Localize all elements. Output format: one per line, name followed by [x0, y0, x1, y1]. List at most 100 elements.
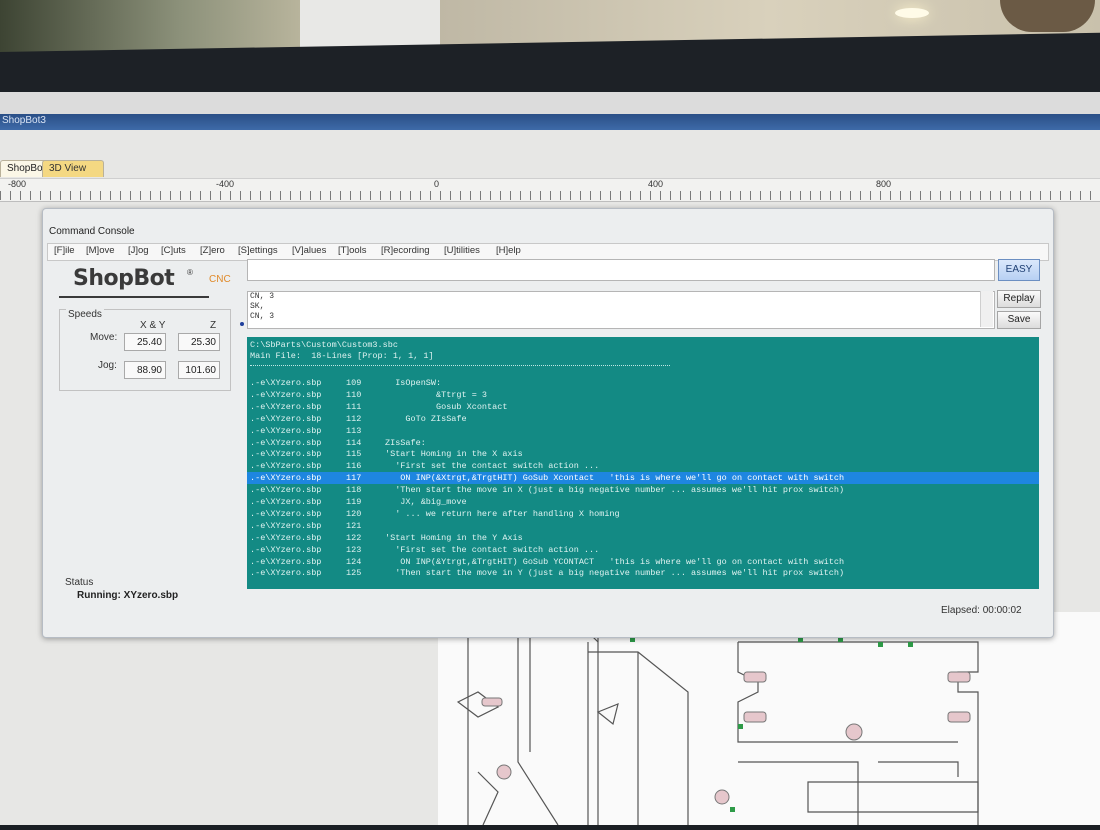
logo-underline: [59, 296, 209, 298]
code-line-text: 'Start Homing in the X axis: [385, 449, 523, 460]
tab-shopbot[interactable]: ShopBot3: [0, 160, 51, 177]
status-label: Status: [65, 577, 94, 588]
code-line-number: 119: [346, 497, 362, 507]
menu-utilities[interactable]: [U]tilities: [444, 245, 480, 256]
jog-speed-label: Jog:: [98, 360, 117, 371]
command-console-window: Command Console [F]ile [M]ove [J]og [C]u…: [42, 208, 1054, 638]
menu-values[interactable]: [V]alues: [292, 245, 326, 256]
code-line-text: 'First set the contact switch action ...: [385, 544, 600, 555]
menu-move[interactable]: [M]ove: [86, 245, 115, 256]
history-scrollbar[interactable]: [980, 291, 993, 327]
elapsed-time: Elapsed: 00:00:02: [941, 605, 1022, 616]
menu-zero[interactable]: [Z]ero: [200, 245, 225, 256]
code-line-number: 122: [346, 532, 362, 543]
ruler-label: -400: [216, 179, 235, 189]
code-line-number: 120: [346, 508, 362, 519]
code-line-number: 118: [346, 485, 362, 496]
current-line-marker: [240, 322, 244, 326]
code-line-number: 110: [346, 389, 362, 400]
code-line-file: .-e\XYzero.sbp: [250, 508, 322, 519]
code-line-file: .-e\XYzero.sbp: [250, 413, 322, 424]
logo-cnc-label: CNC: [209, 274, 231, 285]
shopbot-logo: ShopBot ®: [59, 264, 219, 308]
move-speed-z-field[interactable]: 25.30: [178, 333, 220, 351]
code-line-file: .-e\XYzero.sbp: [250, 449, 322, 460]
speeds-col-xy: X & Y: [140, 320, 166, 331]
menu-settings[interactable]: [S]ettings: [238, 245, 278, 256]
code-line-number: 115: [346, 449, 362, 460]
code-line-file: .-e\XYzero.sbp: [250, 473, 322, 484]
status-value: Running: XYzero.sbp: [77, 590, 179, 601]
code-line-text: ON INP(&Ytrgt,&TrgtHIT) GoSub YCONTACT '…: [385, 556, 845, 567]
code-line-text: 'Then start the move in X (just a big ne…: [385, 485, 845, 496]
code-line-text: IsOpenSW:: [385, 378, 442, 388]
easy-button[interactable]: EASY: [998, 259, 1040, 281]
horizontal-ruler: -800 -400 0 400 800: [0, 178, 1100, 202]
code-line-text: Gosub Xcontact: [385, 401, 508, 412]
code-line[interactable]: .-e\XYzero.sbp 125 'Then start the move i…: [247, 567, 1039, 579]
code-line-file: .-e\XYzero.sbp: [250, 544, 322, 555]
menu-file[interactable]: [F]ile: [54, 245, 75, 256]
jog-speed-z-field[interactable]: 101.60: [178, 361, 220, 379]
console-title: Command Console: [49, 226, 135, 237]
menu-recording[interactable]: [R]ecording: [381, 245, 430, 256]
code-line-number: 117: [346, 473, 362, 484]
ruler-label: 0: [434, 179, 440, 189]
code-line[interactable]: .-e\XYzero.sbp 124 ON INP(&Ytrgt,&TrgtHIT…: [247, 556, 1039, 568]
code-line-text: &Ttrgt = 3: [385, 389, 488, 400]
code-line[interactable]: .-e\XYzero.sbp 115 'Start Homing in the X …: [247, 448, 1039, 460]
code-line-text: JX, &big_move: [385, 497, 467, 507]
main-file-info: Main File: 18-Lines [Prop: 1, 1, 1]: [250, 351, 434, 361]
app-title: ShopBot3: [2, 115, 46, 126]
code-line[interactable]: .-e\XYzero.sbp 118 'Then start the move i…: [247, 484, 1039, 496]
code-line-text: ZIsSafe:: [385, 437, 426, 448]
code-line-number: 123: [346, 544, 362, 555]
menu-help[interactable]: [H]elp: [496, 245, 521, 256]
code-line[interactable]: .-e\XYzero.sbp 114 ZIsSafe:: [247, 437, 1039, 449]
menu-jog[interactable]: [J]og: [128, 245, 149, 256]
menu-tools[interactable]: [T]ools: [338, 245, 367, 256]
code-line[interactable]: .-e\XYzero.sbp 116 'First set the contact…: [247, 460, 1039, 472]
toolpath-svg: [456, 617, 979, 826]
code-line-file: .-e\XYzero.sbp: [250, 485, 322, 496]
code-line-number: 116: [346, 461, 362, 472]
replay-button[interactable]: Replay: [997, 290, 1041, 308]
code-line-text: 'Then start the move in Y (just a big ne…: [385, 568, 845, 579]
code-line[interactable]: .-e\XYzero.sbp 113: [247, 425, 1039, 437]
code-line[interactable]: .-e\XYzero.sbp 122 'Start Homing in the Y …: [247, 532, 1039, 544]
code-line-number: 124: [346, 556, 362, 567]
code-line-number: 125: [346, 568, 362, 579]
code-line[interactable]: .-e\XYzero.sbp 111 Gosub Xcontact: [247, 401, 1039, 413]
program-listing[interactable]: C:\SbParts\Custom\Custom3.sbc Main File:…: [247, 337, 1039, 589]
code-line[interactable]: .-e\XYzero.sbp 119 JX, &big_move: [247, 496, 1039, 508]
code-line[interactable]: .-e\XYzero.sbp 121: [247, 520, 1039, 532]
history-line: SK,: [250, 302, 265, 311]
toolpath-drawing: [438, 612, 1100, 826]
listing-separator: [250, 365, 670, 366]
ruler-label: 400: [648, 179, 664, 189]
ruler-label: -800: [8, 179, 27, 189]
code-line[interactable]: .-e\XYzero.sbp 123 'First set the contact…: [247, 544, 1039, 556]
code-line-file: .-e\XYzero.sbp: [250, 401, 322, 412]
code-line[interactable]: .-e\XYzero.sbp 112 GoTo ZIsSafe: [247, 413, 1039, 425]
menu-cuts[interactable]: [C]uts: [161, 245, 186, 256]
jog-speed-xy-field[interactable]: 88.90: [124, 361, 166, 379]
command-input[interactable]: [247, 259, 995, 281]
tab-3d-view[interactable]: 3D View: [42, 160, 104, 177]
code-line-number: 113: [346, 425, 362, 436]
code-line-current[interactable]: .-e\XYzero.sbp 117 ON INP(&Xtrgt,&TrgtHIT…: [247, 472, 1039, 485]
code-line-text: GoTo ZIsSafe: [385, 413, 467, 424]
ruler-ticks: [0, 191, 1100, 200]
code-line[interactable]: .-e\XYzero.sbp 109 IsOpenSW:: [247, 377, 1039, 389]
code-line-text: ON INP(&Xtrgt,&TrgtHIT) GoSub Xcontact '…: [385, 473, 845, 484]
command-history[interactable]: CN, 3 SK, CN, 3: [247, 291, 995, 329]
code-line[interactable]: .-e\XYzero.sbp 110 &Ttrgt = 3: [247, 389, 1039, 401]
code-line[interactable]: .-e\XYzero.sbp 120 ' ... we return here a…: [247, 508, 1039, 520]
code-line-file: .-e\XYzero.sbp: [250, 378, 322, 388]
code-line-number: 109: [346, 378, 362, 388]
code-line-file: .-e\XYzero.sbp: [250, 461, 322, 472]
code-line-number: 111: [346, 401, 362, 412]
move-speed-xy-field[interactable]: 25.40: [124, 333, 166, 351]
code-line-text: 'Start Homing in the Y Axis: [385, 532, 523, 543]
save-button[interactable]: Save: [997, 311, 1041, 329]
